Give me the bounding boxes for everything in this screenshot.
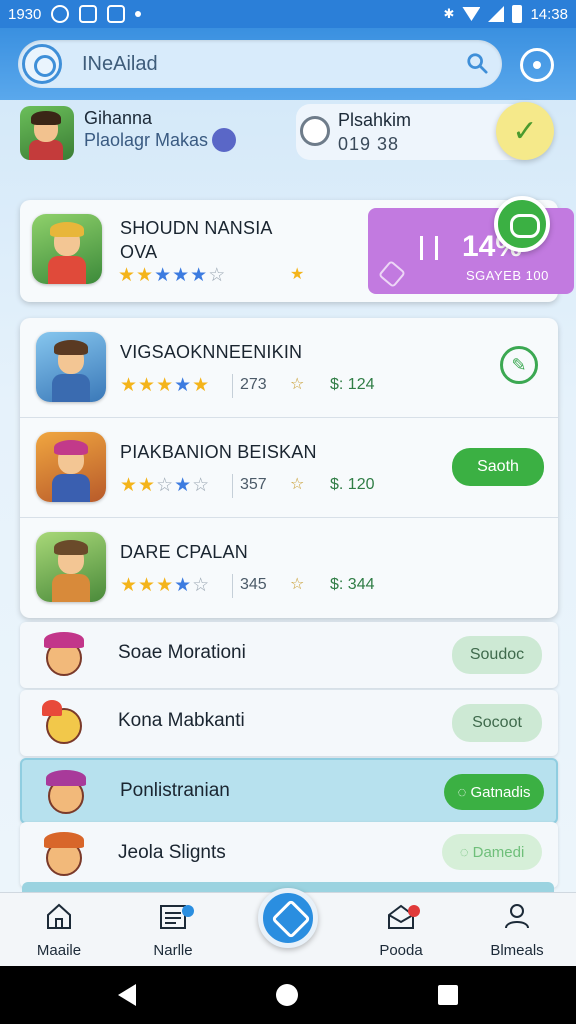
app-header: INeAilad <box>0 28 576 100</box>
status-clock: 14:38 <box>530 5 568 23</box>
edit-button[interactable]: ✎ <box>500 346 538 384</box>
game-price: $: 344 <box>330 576 375 593</box>
person-icon <box>505 904 529 929</box>
game-thumbnail <box>36 432 106 502</box>
signal-icon <box>488 6 505 22</box>
search-input[interactable]: INeAilad <box>82 53 158 76</box>
promo-caption: SGAYEB 100 <box>466 268 549 283</box>
play-fab-button[interactable] <box>258 888 318 948</box>
stat-title: Plsahkim <box>338 110 412 130</box>
user-avatar-icon[interactable] <box>22 44 62 84</box>
star-outline-icon: ☆ <box>290 576 305 593</box>
friend-action-button[interactable]: Soudoc <box>452 636 542 674</box>
profile-subtitle: Plaolagr Makas <box>84 130 209 150</box>
notification-badge <box>182 905 194 917</box>
featured-rating: ★★★★★☆ <box>118 265 227 286</box>
friend-name: Jeola Slignts <box>118 842 226 863</box>
game-thumbnail <box>36 332 106 402</box>
featured-title: SHOUDN NANSIA <box>120 218 273 238</box>
check-icon: ✓ <box>512 114 538 148</box>
gallery-icon <box>107 5 126 23</box>
recents-icon[interactable] <box>438 985 458 1005</box>
profile-name: Gihanna <box>84 108 153 128</box>
notification-badge <box>408 905 420 917</box>
avatar <box>36 696 92 752</box>
battery-icon <box>512 5 523 23</box>
pencil-icon: ✎ <box>511 354 527 375</box>
list-item[interactable]: Soae Morationi Soudoc <box>20 622 558 688</box>
system-nav-bar <box>0 966 576 1024</box>
search-bar[interactable]: INeAilad <box>18 40 502 88</box>
avatar <box>38 766 94 822</box>
coin-icon <box>300 116 330 146</box>
nav-item-profile[interactable]: Blmeals <box>472 901 562 959</box>
status-time: 1930 <box>8 5 42 23</box>
game-list: VIGSAOKNNEENIKIN ★★★★★ 273 ☆ $: 124 ✎ PI… <box>20 318 558 618</box>
status-bar: 1930 ✱ 14:38 <box>0 0 576 28</box>
notification-icon <box>79 5 98 23</box>
back-icon[interactable] <box>118 984 136 1006</box>
home-circle-icon[interactable] <box>276 984 298 1006</box>
tag-icon <box>377 259 407 289</box>
nav-item-home[interactable]: Maaile <box>14 901 104 959</box>
home-icon <box>47 903 71 929</box>
profile-strip: Gihanna Plaolagr Makas Plsahkim 019 38 ✓ <box>0 100 576 172</box>
friend-action-button[interactable]: ◌ Gatnadis <box>444 774 544 810</box>
search-icon[interactable] <box>466 52 488 74</box>
friend-action-button[interactable]: Socoot <box>452 704 542 742</box>
game-rating: ★★★★★ <box>120 375 211 396</box>
avatar <box>36 828 92 884</box>
game-thumbnail <box>36 532 106 602</box>
list-item-selected[interactable]: Ponlistranian ◌ Gatnadis <box>20 758 558 824</box>
friend-name: Kona Mabkanti <box>118 710 245 731</box>
featured-thumbnail <box>32 214 102 284</box>
list-item[interactable]: Jeola Slignts ◌ Damedi <box>20 822 558 888</box>
game-title: DARE CPALAN <box>120 542 248 562</box>
star-outline-icon: ☆ <box>290 376 305 393</box>
game-count: 273 <box>240 376 267 393</box>
favorite-star-icon[interactable]: ★ <box>290 264 305 284</box>
list-item[interactable]: Kona Mabkanti Socoot <box>20 690 558 756</box>
game-rating: ★★★★☆ <box>120 575 211 596</box>
chat-icon[interactable] <box>494 196 550 252</box>
nav-item-inbox[interactable]: Pooda <box>356 901 446 959</box>
chat-small-icon: ◌ <box>459 843 469 861</box>
nav-item-news[interactable]: Narlle <box>128 901 218 959</box>
game-title: VIGSAOKNNEENIKIN <box>120 342 303 362</box>
sync-icon <box>51 5 70 23</box>
confirm-button[interactable]: ✓ <box>496 102 554 160</box>
location-icon[interactable] <box>520 48 554 82</box>
game-count: 345 <box>240 576 267 593</box>
friend-name: Ponlistranian <box>120 780 230 801</box>
featured-subtitle: OVA <box>120 242 158 262</box>
search-game-button[interactable]: Saoth <box>452 448 544 486</box>
game-count: 357 <box>240 476 267 493</box>
game-title: PIAKBANION BEISKAN <box>120 442 317 462</box>
game-price: $: 124 <box>330 376 375 393</box>
star-outline-icon: ☆ <box>290 476 305 493</box>
level-badge-icon <box>212 128 236 152</box>
chat-small-icon: ◌ <box>457 783 467 801</box>
profile-avatar[interactable] <box>20 106 74 160</box>
wifi-icon <box>462 7 481 21</box>
stat-value: 019 38 <box>338 134 400 154</box>
friend-action-button[interactable]: ◌ Damedi <box>442 834 542 870</box>
friend-name: Soae Morationi <box>118 642 246 663</box>
game-price: $. 120 <box>330 476 375 493</box>
game-rating: ★★☆★☆ <box>120 475 211 496</box>
dot-icon <box>135 11 142 17</box>
featured-card[interactable]: SHOUDN NANSIA OVA ★★★★★☆ ★ 14% SGAYEB 10… <box>20 200 574 302</box>
bluetooth-icon: ✱ <box>443 6 455 21</box>
bar-icon <box>420 236 438 260</box>
avatar <box>36 628 92 684</box>
